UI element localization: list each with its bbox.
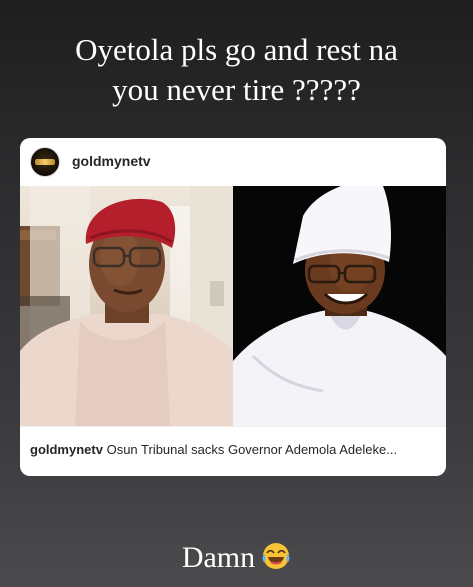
post-header[interactable]: goldmynetv — [20, 138, 446, 186]
face-with-tears-of-joy-icon — [262, 543, 290, 569]
post-caption-text: Osun Tribunal sacks Governor Ademola Ade… — [102, 442, 398, 457]
logo-icon — [35, 159, 55, 165]
story-caption-line-2: you never tire ????? — [112, 72, 361, 107]
shared-post-card[interactable]: goldmynetv goldmynetv Osun Tribunal sack… — [20, 138, 446, 476]
story-reply-text: Damn — [0, 538, 473, 578]
story-caption: Oyetola pls go and rest na you never tir… — [0, 30, 473, 110]
story-reply-word: Damn — [181, 541, 256, 574]
post-photo-right — [233, 186, 446, 426]
post-caption-username[interactable]: goldmynetv — [30, 442, 103, 457]
post-username[interactable]: goldmynetv — [72, 153, 151, 169]
story-caption-line-1: Oyetola pls go and rest na — [75, 32, 398, 67]
post-photo-left — [20, 186, 233, 426]
post-caption[interactable]: goldmynetv Osun Tribunal sacks Governor … — [30, 442, 440, 457]
avatar[interactable] — [30, 147, 60, 177]
post-footer[interactable]: goldmynetv Osun Tribunal sacks Governor … — [20, 426, 446, 476]
